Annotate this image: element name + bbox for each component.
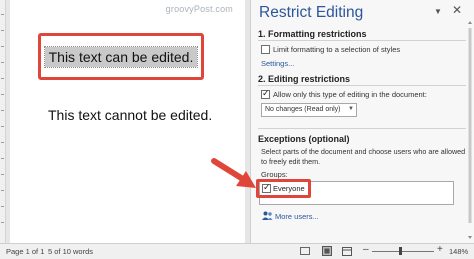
divider [258,85,466,86]
limit-formatting-checkbox[interactable] [261,45,270,54]
zoom-slider-thumb[interactable] [399,247,402,255]
read-mode-icon[interactable] [300,247,310,255]
settings-link[interactable]: Settings... [261,59,294,68]
status-bar: Page 1 of 1 5 of 10 words – + 148% [0,243,474,259]
document-page[interactable]: groovyPost.com This text can be edited. … [10,0,245,243]
editing-restrictions-heading: 2. Editing restrictions [258,74,351,84]
pane-scrollbar[interactable] [467,20,473,242]
divider [258,40,466,41]
everyone-label: Everyone [273,184,305,193]
close-icon[interactable]: ✕ [452,3,462,17]
editable-text[interactable]: This text can be edited. [43,45,199,68]
document-area: groovyPost.com This text can be edited. … [0,0,250,243]
allow-editing-type-checkbox[interactable] [261,88,270,99]
vertical-ruler [0,0,6,243]
zoom-slider[interactable] [372,251,434,252]
arrow-icon [211,158,256,188]
page-count[interactable]: Page 1 of 1 [6,247,44,256]
exceptions-heading: Exceptions (optional) [258,134,350,144]
locked-text: This text cannot be edited. [48,107,213,123]
editable-region-highlight: This text can be edited. [38,33,204,80]
watermark: groovyPost.com [165,4,233,14]
allow-editing-type-label: Allow only this type of editing in the d… [273,90,427,99]
web-layout-icon[interactable] [342,247,352,256]
print-layout-icon[interactable] [322,246,332,256]
limit-formatting-label: Limit formatting to a selection of style… [273,45,401,54]
chevron-down-icon[interactable]: ▼ [434,7,442,16]
word-count[interactable]: 5 of 10 words [48,247,93,256]
divider [258,128,466,129]
chevron-down-icon: ▼ [348,106,354,112]
pane-title: Restrict Editing [259,4,364,21]
zoom-in-button[interactable]: + [437,244,443,255]
editing-type-value: No changes (Read only) [265,106,341,113]
more-users-link[interactable]: More users... [275,212,319,221]
zoom-out-button[interactable]: – [363,244,369,255]
exceptions-description: Select parts of the document and choose … [261,147,466,166]
users-icon [262,211,273,220]
zoom-level[interactable]: 148% [449,247,468,256]
formatting-restrictions-heading: 1. Formatting restrictions [258,29,367,39]
editing-type-select[interactable]: No changes (Read only) ▼ [261,103,357,117]
